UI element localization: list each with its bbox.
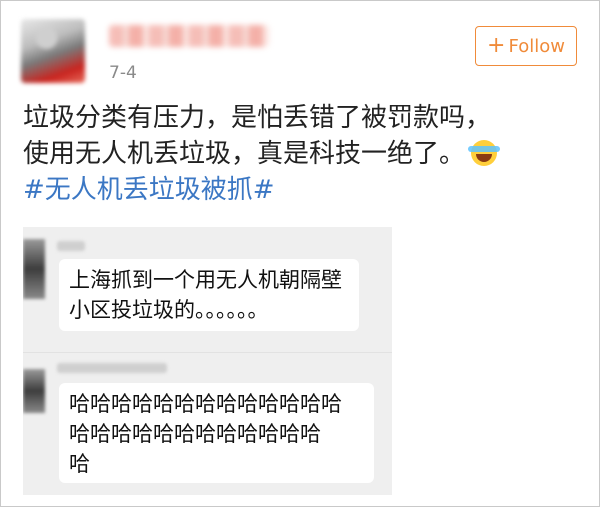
comment-1-line-2: 小区投垃圾的。。。。。。 <box>69 298 269 322</box>
post-line-1: 垃圾分类有压力，是怕丢错了被罚款吗， <box>23 103 492 133</box>
comment-avatar-blurred <box>23 239 45 299</box>
post-card: 7-4 + Follow 垃圾分类有压力，是怕丢错了被罚款吗， 使用无人机丢垃圾… <box>0 0 600 507</box>
plus-icon: + <box>487 33 506 58</box>
hashtag-link[interactable]: #无人机丢垃圾被抓# <box>23 172 275 208</box>
avatar[interactable] <box>21 19 85 83</box>
comment-divider <box>23 352 392 353</box>
comment-bubble-1: 上海抓到一个用无人机朝隔壁 小区投垃圾的。。。。。。 <box>59 259 359 331</box>
comment-2-line-2: 哈哈哈哈哈哈哈哈哈哈哈哈 <box>69 422 321 446</box>
username-blurred[interactable] <box>109 25 269 47</box>
comment-2-line-1: 哈哈哈哈哈哈哈哈哈哈哈哈哈 <box>69 392 342 416</box>
laughing-crying-emoji-icon <box>468 140 501 166</box>
comment-1-line-1: 上海抓到一个用无人机朝隔壁 <box>69 268 342 292</box>
follow-button[interactable]: + Follow <box>475 26 577 66</box>
comment-name-blurred <box>57 241 85 251</box>
comment-avatar-blurred <box>23 369 45 413</box>
follow-label: Follow <box>508 35 565 57</box>
comment-bubble-2: 哈哈哈哈哈哈哈哈哈哈哈哈哈 哈哈哈哈哈哈哈哈哈哈哈哈 哈 <box>59 383 374 483</box>
comment-2-line-3: 哈 <box>69 452 90 476</box>
post-line-2: 使用无人机丢垃圾，真是科技一绝了。 <box>23 136 501 172</box>
post-date: 7-4 <box>109 63 137 83</box>
comment-name-blurred <box>57 363 167 373</box>
post-line-2-text: 使用无人机丢垃圾，真是科技一绝了。 <box>23 139 466 169</box>
embedded-image[interactable]: 上海抓到一个用无人机朝隔壁 小区投垃圾的。。。。。。 哈哈哈哈哈哈哈哈哈哈哈哈哈… <box>23 227 392 495</box>
post-text: 垃圾分类有压力，是怕丢错了被罚款吗， 使用无人机丢垃圾，真是科技一绝了。 <box>23 100 501 172</box>
